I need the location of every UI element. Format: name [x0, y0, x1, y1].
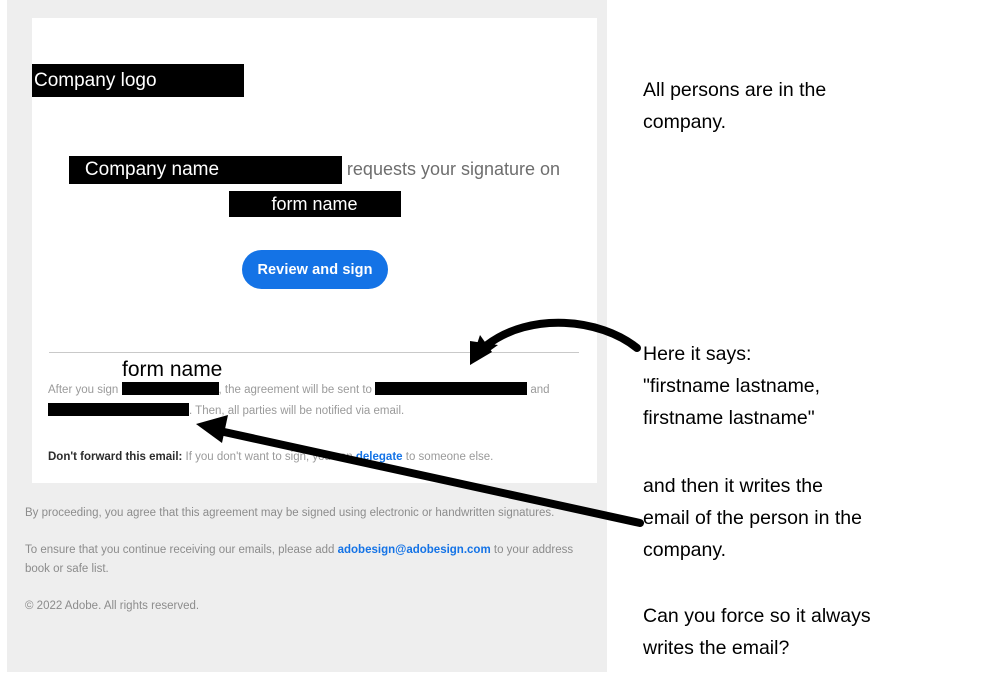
do-not-forward-lead: Don't forward this email:	[48, 451, 183, 463]
footer-legal-line: By proceeding, you agree that this agree…	[25, 507, 555, 519]
email-footer: By proceeding, you agree that this agree…	[25, 504, 585, 616]
footer-copyright: © 2022 Adobe. All rights reserved.	[25, 600, 200, 612]
horizontal-divider	[49, 352, 579, 353]
company-name-redaction: Company name	[68, 156, 342, 185]
request-line-1: Company name requests your signature on	[32, 152, 597, 186]
sign-text-part1: After you sign	[48, 384, 119, 396]
email-card: Company logo Company name requests your s…	[32, 18, 597, 483]
signature-request-heading: Company name requests your signature on f…	[32, 152, 597, 220]
footer-whitelist-before: To ensure that you continue receiving ou…	[25, 544, 338, 556]
annotation-note-here-it-says: Here it says: "firstname lastname, first…	[643, 343, 821, 429]
footer-whitelist-line: To ensure that you continue receiving ou…	[25, 541, 585, 579]
request-line-2: form name	[32, 186, 597, 220]
requests-text: requests your signature on	[346, 159, 561, 179]
recipient-names-redaction	[375, 382, 528, 395]
do-not-forward-text-after: to someone else.	[402, 451, 494, 463]
annotation-overlay-form-name: form name	[122, 358, 223, 381]
do-not-forward-notice: Don't forward this email: If you don't w…	[48, 448, 583, 466]
company-logo-redaction: Company logo	[32, 64, 244, 97]
email-preview-panel: Company logo Company name requests your s…	[7, 0, 607, 672]
signer-name-redaction	[121, 382, 219, 395]
review-and-sign-button[interactable]: Review and sign	[242, 250, 388, 289]
form-name-redaction: form name	[228, 191, 401, 218]
do-not-forward-text-before: If you don't want to sign, you can	[182, 451, 356, 463]
sign-text-part4: . Then, all parties will be notified via…	[189, 405, 405, 417]
after-you-sign-paragraph: After you sign , the agreement will be s…	[48, 380, 583, 422]
annotation-note-writes-email: and then it writes the email of the pers…	[643, 475, 862, 561]
delegate-link[interactable]: delegate	[356, 451, 403, 463]
sign-text-part3: and	[530, 384, 550, 396]
adobesign-email-link[interactable]: adobesign@adobesign.com	[338, 544, 491, 556]
annotation-note-question: Can you force so it always writes the em…	[643, 605, 871, 659]
recipient-emails-redaction	[48, 403, 189, 416]
sign-text-part2: , the agreement will be sent to	[218, 384, 372, 396]
annotation-note-all-persons: All persons are in the company.	[643, 79, 827, 133]
